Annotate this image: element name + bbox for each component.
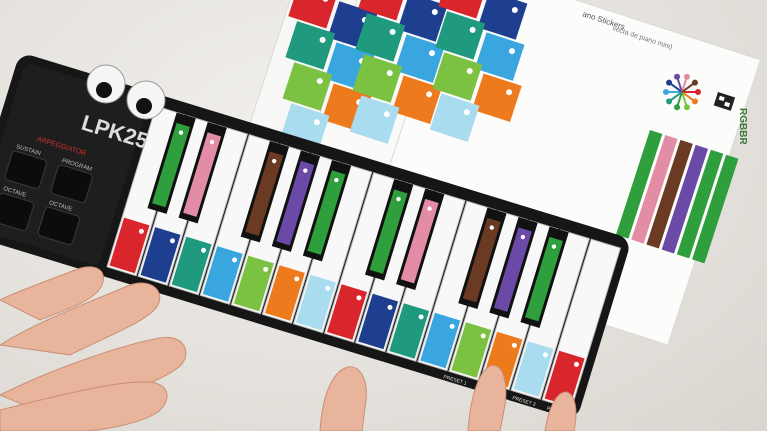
left-hand	[0, 266, 187, 431]
photo-scene: ano Stickers vecta de piano mini) RGBBR …	[0, 0, 767, 431]
scene-svg: ano Stickers vecta de piano mini) RGBBR …	[0, 0, 762, 431]
sheet-side-brand: RGBBR	[737, 108, 748, 145]
